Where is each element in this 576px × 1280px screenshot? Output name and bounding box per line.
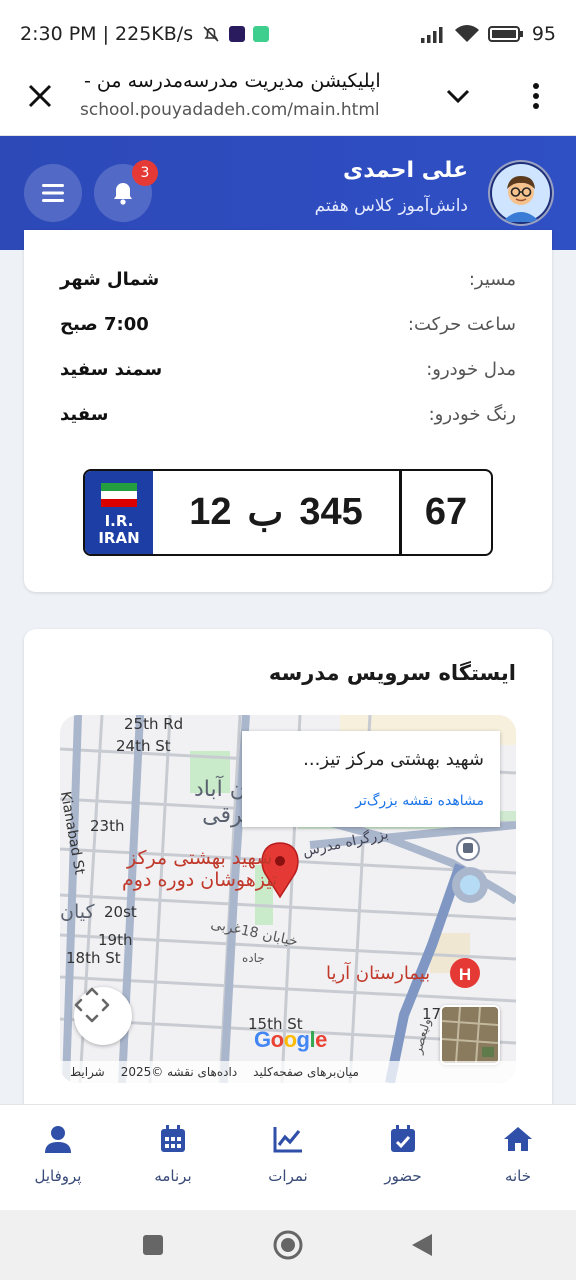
status-bar: 2:30 PM | 225KB/s 95 (0, 0, 576, 68)
move-arrows-icon (74, 987, 110, 1023)
vehicle-info-card: مسیر: شمال شهر ساعت حرکت: 7:00 صبح مدل خ… (24, 230, 552, 592)
calendar-check-icon (391, 1125, 415, 1152)
page-url[interactable]: school.pouyadadeh.com/main.html (80, 100, 380, 120)
attribution-terms[interactable]: شرایط (70, 1065, 105, 1079)
system-nav-bar (0, 1210, 576, 1280)
station-map[interactable]: H کیان آباد شرقی کیان شهید بهشتی مرکز تی… (60, 715, 516, 1083)
place-info-card: شهید بهشتی مرکز تیز... مشاهده نقشه بزرگ‌… (242, 731, 500, 827)
user-role: دانش‌آموز کلاس هفتم (314, 196, 468, 216)
plate-letter: ب (247, 492, 284, 534)
departure-label: ساعت حرکت: (407, 313, 516, 335)
street-label-18th: 18th St (66, 949, 121, 967)
status-time: 2:30 PM | 225KB/s (20, 23, 194, 45)
iran-flag-icon (101, 483, 137, 507)
nav-profile-label: پروفایل (34, 1167, 82, 1185)
place-title: شهید بهشتی مرکز تیز... (303, 749, 484, 770)
nav-attendance[interactable]: حضور (353, 1123, 453, 1193)
route-label: مسیر: (468, 268, 516, 290)
app-notification-icon-2 (253, 26, 270, 42)
nav-grades-label: نمرات (268, 1167, 308, 1185)
model-row: مدل خودرو: سمند سفید (60, 354, 516, 384)
notifications-button[interactable]: 3 (94, 160, 158, 222)
plate-number-left: 12 (189, 491, 232, 533)
plate-country-line2: IRAN (98, 529, 140, 547)
street-label-19th: 19th (98, 931, 133, 949)
street-label-25th: 25th Rd (124, 715, 184, 733)
app-notification-icon (229, 26, 246, 42)
close-icon[interactable] (24, 80, 56, 112)
jaddeh-label: جاده (242, 951, 265, 965)
model-label: مدل خودرو: (426, 358, 516, 380)
color-row: رنگ خودرو: سفید (60, 399, 516, 429)
plate-number-right: 345 (299, 491, 363, 533)
student-avatar-icon (492, 164, 550, 222)
menu-button[interactable] (24, 164, 82, 222)
plate-country-line1: I.R. (104, 512, 134, 530)
nav-schedule[interactable]: برنامه (123, 1123, 223, 1193)
hamburger-icon (42, 184, 64, 202)
route-value: شمال شهر (60, 268, 160, 290)
nav-schedule-label: برنامه (154, 1167, 192, 1185)
street-label-20st: 20st (104, 903, 137, 921)
nav-grades[interactable]: نمرات (238, 1123, 338, 1193)
bottom-nav: خانه حضور نمرات برنامه پروفایل (0, 1104, 576, 1210)
plate-country-strip: I.R. IRAN (85, 471, 153, 554)
svg-text:H: H (459, 965, 471, 984)
battery-percent: 95 (531, 23, 556, 45)
recents-icon[interactable] (142, 1234, 164, 1256)
model-value: سمند سفید (60, 358, 163, 380)
map-fullscreen-button[interactable] (74, 987, 132, 1045)
plate-main-number: 345 ب 12 (153, 471, 399, 554)
marker-label-1: شهید بهشتی مرکز (127, 847, 273, 869)
hospital-label: بیمارستان آریا (326, 963, 431, 984)
home-icon (504, 1127, 532, 1151)
departure-value: 7:00 صبح (60, 313, 149, 335)
page-title: اپلیکیشن مدیریت مدرسه‌مدرسه من - (84, 70, 381, 92)
color-label: رنگ خودرو: (428, 403, 516, 425)
satellite-toggle[interactable] (440, 1005, 500, 1065)
nav-home[interactable]: خانه (468, 1123, 568, 1193)
signal-icon (420, 27, 443, 43)
satellite-thumbnail-icon (442, 1007, 498, 1063)
user-name: علی احمدی (343, 158, 468, 183)
nav-profile[interactable]: پروفایل (8, 1123, 108, 1193)
more-options-icon[interactable] (526, 80, 546, 112)
back-icon[interactable] (410, 1232, 434, 1258)
station-title: ایستگاه سرویس مدرسه (268, 661, 516, 685)
license-plate: I.R. IRAN 345 ب 12 67 (83, 469, 493, 556)
street-label-24th: 24th St (116, 737, 171, 755)
attribution-shortcuts[interactable]: میان‌برهای صفحه‌کلید (253, 1065, 359, 1079)
nav-home-label: خانه (504, 1167, 532, 1185)
map-attribution: میان‌برهای صفحه‌کلید داده‌های نقشه ©2025… (60, 1061, 516, 1083)
larger-map-link[interactable]: مشاهده نقشه بزرگ‌تر (355, 793, 484, 809)
station-card: ایستگاه سرویس مدرسه H کیان آباد شرقی کیا… (24, 629, 552, 1129)
route-row: مسیر: شمال شهر (60, 264, 516, 294)
avatar[interactable] (488, 160, 554, 226)
bell-icon (114, 183, 132, 205)
plate-region: 67 (424, 491, 468, 533)
mute-bell-icon (203, 26, 219, 42)
google-logo: Google (254, 1027, 327, 1052)
nav-attendance-label: حضور (384, 1167, 422, 1185)
browser-toolbar: اپلیکیشن مدیریت مدرسه‌مدرسه من - school.… (0, 68, 576, 136)
notification-badge: 3 (132, 160, 158, 186)
street-label-17: 17 (422, 1005, 442, 1023)
attribution-data: داده‌های نقشه ©2025 (120, 1065, 238, 1079)
departure-row: ساعت حرکت: 7:00 صبح (60, 309, 516, 339)
wifi-icon (454, 25, 479, 42)
district-label-3: کیان (60, 901, 95, 923)
user-icon (45, 1126, 71, 1153)
marker-label-2: تیزهوشان دوره دوم (122, 869, 278, 891)
battery-icon (487, 26, 523, 42)
chevron-down-icon[interactable] (444, 82, 472, 110)
color-value: سفید (60, 403, 109, 425)
street-label-23th: 23th (90, 817, 125, 835)
home-circle-icon[interactable] (272, 1229, 304, 1261)
calendar-icon (161, 1125, 185, 1152)
chart-line-icon (273, 1127, 302, 1153)
